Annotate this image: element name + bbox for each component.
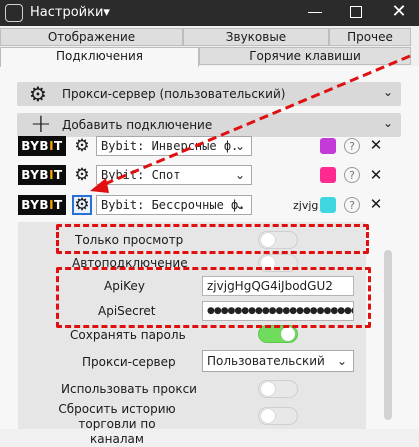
tab-hotkeys[interactable]: Горячие клавиши: [199, 47, 411, 65]
gear-icon[interactable]: ⚙: [72, 136, 92, 156]
proxy-server-label: Прокси-сервер: [82, 355, 176, 369]
exchange-select[interactable]: Bybit: Спот ⌄: [96, 165, 252, 185]
exchange-select[interactable]: Bybit: Бессрочные ф. ⌄: [96, 195, 252, 215]
use-proxy-toggle[interactable]: [258, 380, 298, 398]
tab-connections[interactable]: Подключения: [0, 47, 199, 67]
save-password-label: Сохранять пароль: [70, 328, 186, 342]
highlight-readonly: [56, 224, 369, 254]
chevron-down-icon: ⌄: [234, 139, 245, 153]
add-connection-label: Добавить подключение: [62, 118, 213, 132]
app-logo-icon: [5, 4, 23, 22]
maximize-icon[interactable]: [350, 6, 362, 18]
chevron-down-icon: ▾: [103, 5, 110, 20]
highlight-api-keys: [56, 267, 371, 328]
exchange-select[interactable]: Bybit: Инверсные ф. ⌄: [96, 136, 252, 156]
color-swatch[interactable]: [320, 138, 336, 154]
window-title-label: Настройки: [30, 5, 104, 20]
connection-name: zjvjg: [293, 199, 319, 212]
bybit-logo: BYBIT: [18, 136, 66, 156]
color-swatch[interactable]: [320, 197, 336, 213]
reset-history-label: Сбросить историю торговли по каналам: [58, 402, 176, 446]
minimize-icon[interactable]: [308, 12, 322, 13]
help-icon[interactable]: ?: [344, 197, 360, 213]
color-swatch[interactable]: [320, 167, 336, 183]
use-proxy-label: Использовать прокси: [61, 382, 197, 396]
bybit-logo: BYBIT: [18, 165, 66, 185]
proxy-server-select[interactable]: Пользовательский ⌄: [202, 350, 354, 372]
bybit-logo: BYBIT: [18, 195, 66, 215]
help-icon[interactable]: ?: [344, 138, 360, 154]
proxy-section-label: Прокси-сервер (пользовательский): [62, 87, 286, 101]
proxy-section-header[interactable]: ⚙ Прокси-сервер (пользовательский) ⌄: [17, 82, 401, 106]
remove-connection-icon[interactable]: ✕: [368, 195, 384, 213]
chevron-down-icon: ⌄: [382, 85, 393, 99]
gear-icon: ⚙: [29, 82, 47, 106]
tab-sound-notifications[interactable]: Звуковые уведомления: [183, 28, 329, 61]
plus-icon: +: [30, 109, 52, 139]
remove-connection-icon[interactable]: ✕: [368, 136, 384, 154]
help-icon[interactable]: ?: [344, 167, 360, 183]
tab-display[interactable]: Отображение: [0, 28, 183, 46]
scrollbar[interactable]: [384, 250, 392, 420]
chevron-down-icon: ⌄: [234, 168, 245, 182]
chevron-down-icon: ⌄: [382, 116, 393, 130]
tab-other[interactable]: Прочее: [329, 28, 411, 46]
chevron-down-icon: ⌄: [234, 198, 245, 212]
gear-icon[interactable]: ⚙: [72, 195, 92, 215]
reset-history-toggle[interactable]: [258, 407, 298, 425]
gear-icon[interactable]: ⚙: [72, 165, 92, 185]
close-icon[interactable]: ✕: [389, 2, 409, 22]
remove-connection-icon[interactable]: ✕: [368, 166, 384, 184]
window-title[interactable]: Настройки▾: [30, 5, 110, 20]
chevron-down-icon: ⌄: [336, 354, 347, 368]
add-connection-header[interactable]: + Добавить подключение ⌄: [17, 109, 401, 139]
